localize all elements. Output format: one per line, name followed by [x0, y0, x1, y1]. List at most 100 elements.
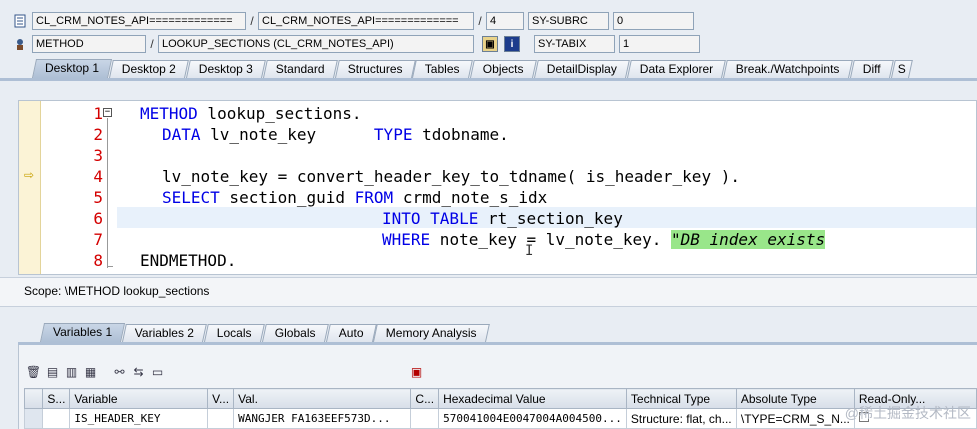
v-cell [207, 408, 235, 429]
column-header[interactable]: Variable [69, 388, 209, 409]
tab-detaildisplay[interactable]: DetailDisplay [533, 60, 630, 78]
tab-structures[interactable]: Structures [334, 60, 416, 78]
keyword: FROM [354, 188, 394, 207]
line-number-field[interactable]: 4 [486, 12, 524, 30]
keyword: WHERE [382, 230, 431, 249]
sy-subrc-label: SY-SUBRC [528, 12, 609, 30]
save-icon[interactable]: ▣ [409, 364, 424, 379]
column-header[interactable]: V... [207, 388, 235, 409]
save-variables-icon[interactable]: ▦ [83, 364, 98, 379]
tab-bar-underline [0, 78, 977, 81]
code-text: rt_section_key [478, 209, 623, 228]
tab-desktop-2[interactable]: Desktop 2 [109, 60, 189, 78]
technical-type-cell: Structure: flat, ch... [625, 408, 737, 429]
tab-variables-2[interactable]: Variables 2 [122, 324, 208, 342]
program-field[interactable]: CL_CRM_NOTES_API============= [32, 12, 246, 30]
table-header-row: S... Variable V... Val. C... Hexadecimal… [23, 388, 977, 409]
sy-tabix-value[interactable]: 1 [619, 35, 700, 53]
tab-desktop-1[interactable]: Desktop 1 [32, 59, 113, 78]
keyword: SELECT [162, 188, 220, 207]
absolute-type-cell: \TYPE=CRM_S_N... [735, 408, 855, 429]
tab-auto[interactable]: Auto [325, 324, 377, 342]
variable-cell[interactable]: IS_HEADER_KEY [69, 408, 209, 429]
code-text: note_key = lv_note_key. [430, 230, 671, 249]
sy-subrc-value[interactable]: 0 [613, 12, 694, 30]
tab-memory-analysis[interactable]: Memory Analysis [373, 324, 490, 342]
line-number: 6 [93, 209, 103, 228]
include-field[interactable]: CL_CRM_NOTES_API============= [258, 12, 474, 30]
column-header[interactable]: S... [42, 388, 71, 409]
code-text: ENDMETHOD. [140, 251, 237, 270]
table-row[interactable]: IS_HEADER_KEY WANGJER FA163EEF573D... 57… [23, 408, 977, 429]
info-row-2: METHOD / LOOKUP_SECTIONS (CL_CRM_NOTES_A… [0, 34, 700, 54]
delete-icon[interactable]: 🗑 [26, 364, 41, 379]
desktop-tabs: Desktop 1 Desktop 2 Desktop 3 Standard S… [32, 59, 913, 78]
sy-tabix-label: SY-TABIX [534, 35, 615, 53]
tab-overflow[interactable]: S [890, 60, 913, 78]
hex-cell: 570041004E0047004A004500... [438, 408, 627, 429]
code-text: crmd_note_s_idx [393, 188, 548, 207]
line-number: 7 [93, 230, 103, 249]
tab-desktop-3[interactable]: Desktop 3 [186, 60, 266, 78]
column-header[interactable]: Hexadecimal Value [438, 388, 627, 409]
tab-standard[interactable]: Standard [263, 60, 338, 78]
code-line-6: 6 INTO TABLE rt_section_key [19, 208, 976, 229]
code-line-2: 2 DATA lv_note_key TYPE tdobname. [19, 124, 976, 145]
line-number: 4 [93, 167, 103, 186]
keyword: INTO TABLE [382, 209, 479, 228]
variables-toolbar: 🗑 ▤ ▥ ▦ ⚯ ⇆ ▭ ▣ [26, 364, 428, 379]
tab-variables-1[interactable]: Variables 1 [40, 323, 126, 342]
column-header[interactable]: Val. [233, 388, 412, 409]
line-number: 3 [93, 146, 103, 165]
variables-table: S... Variable V... Val. C... Hexadecimal… [23, 388, 977, 429]
watermark: @稀土掘金技术社区 [844, 405, 971, 421]
class-icon-button[interactable]: ▣ [482, 36, 498, 52]
column-header[interactable]: Technical Type [625, 388, 737, 409]
event-type-field[interactable]: METHOD [32, 35, 146, 53]
tab-data-explorer[interactable]: Data Explorer [626, 60, 727, 78]
line-number: 5 [93, 188, 103, 207]
tab-globals[interactable]: Globals [262, 324, 329, 342]
separator-slash: / [150, 37, 154, 51]
line-number: 1 [93, 104, 103, 123]
code-text: section_guid [219, 188, 355, 207]
code-text: lv_note_key = convert_header_key_to_tdna… [162, 167, 740, 186]
separator-slash: / [478, 14, 482, 28]
line-number: 8 [93, 251, 103, 270]
change-cell [410, 408, 440, 429]
tab-diff[interactable]: Diff [849, 60, 894, 78]
tab-objects[interactable]: Objects [470, 60, 537, 78]
tab-tables[interactable]: Tables [412, 60, 473, 78]
tab-locals[interactable]: Locals [204, 324, 265, 342]
folder-icon[interactable]: ▭ [150, 364, 165, 379]
keyword: TYPE [373, 125, 413, 144]
variable-tabs: Variables 1 Variables 2 Locals Globals A… [40, 323, 490, 342]
value-cell[interactable]: WANGJER FA163EEF573D... [233, 408, 412, 429]
separator-slash: / [250, 14, 254, 28]
method-icon [12, 36, 28, 52]
code-comment: "DB index exists [671, 230, 826, 249]
code-line-3: 3 [19, 145, 976, 166]
transfer-icon[interactable]: ⇆ [131, 364, 146, 379]
event-field[interactable]: LOOKUP_SECTIONS (CL_CRM_NOTES_API) [158, 35, 474, 53]
info-icon-button[interactable]: i [504, 36, 520, 52]
column-header[interactable]: Absolute Type [735, 388, 855, 409]
code-line-7: 7 WHERE note_key = lv_note_key. "DB inde… [19, 229, 976, 250]
insert-row-icon[interactable]: ▤ [45, 364, 60, 379]
keyword: METHOD [140, 104, 198, 123]
text-cursor-icon: I [525, 243, 534, 259]
info-row-1: CL_CRM_NOTES_API============= / CL_CRM_N… [0, 11, 694, 31]
code-text: lookup_sections. [197, 104, 362, 123]
row-selector-header[interactable] [23, 388, 44, 409]
code-line-8: 8 ENDMETHOD. [19, 250, 976, 271]
tab-breakpoints[interactable]: Break./Watchpoints [723, 60, 853, 78]
column-header[interactable]: C... [410, 388, 440, 409]
hierarchy-icon[interactable]: ⚯ [112, 364, 127, 379]
row-selector[interactable] [23, 408, 44, 429]
status-cell [42, 408, 71, 429]
code-editor[interactable]: ⇨ − 1 METHOD lookup_sections. 2 DATA lv_… [18, 100, 977, 275]
document-icon [12, 13, 28, 29]
copy-rows-icon[interactable]: ▥ [64, 364, 79, 379]
line-number: 2 [93, 125, 103, 144]
scope-bar: Scope: \METHOD lookup_sections [0, 277, 977, 307]
